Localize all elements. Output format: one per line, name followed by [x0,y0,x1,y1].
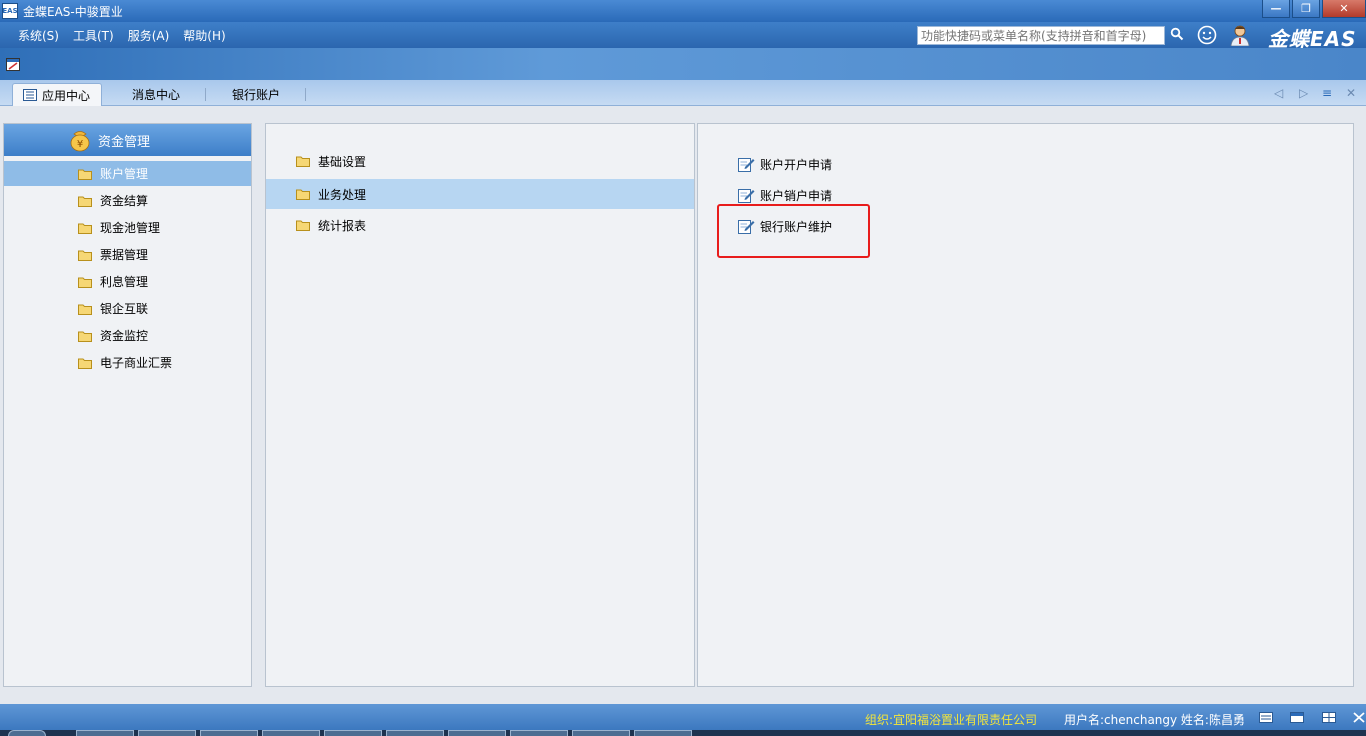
category-panel: 基础设置 业务处理 统计报表 [265,123,695,687]
tab-scroll-left-icon[interactable]: ◁ [1274,86,1283,100]
menu-system[interactable]: 系统(S) [18,27,59,44]
tab-bank-account[interactable]: 银行账户 [232,83,280,106]
status-window-icon[interactable] [1290,712,1304,723]
nav-label: 利息管理 [100,275,149,289]
taskbar-item[interactable] [448,730,506,736]
status-tools-icon[interactable] [1352,712,1366,723]
folder-icon [78,196,92,207]
tab-list-icon[interactable]: ≡ [1322,86,1332,100]
taskbar-item[interactable] [510,730,568,736]
taskbar-item[interactable] [324,730,382,736]
main-area: ¥ 资金管理 账户管理 资金结算 现金池管理 票据管理 利息管理 银企互联 资金… [0,106,1366,704]
category-label: 基础设置 [318,154,367,169]
left-nav-item-bills[interactable]: 票据管理 [4,242,251,267]
module-title: 资金管理 [98,134,151,150]
money-bag-icon: ¥ [70,131,90,152]
taskbar-item[interactable] [634,730,692,736]
restore-button[interactable]: ❐ [1292,0,1320,18]
svg-text:¥: ¥ [77,139,83,150]
taskbar-item[interactable] [76,730,134,736]
folder-icon [296,189,310,200]
edit-document-icon [738,189,755,203]
left-nav-item-account-mgmt[interactable]: 账户管理 [4,161,251,186]
left-nav-item-interest[interactable]: 利息管理 [4,269,251,294]
taskbar-item[interactable] [572,730,630,736]
taskbar-item[interactable] [386,730,444,736]
function-panel: 账户开户申请 账户销户申请 银行账户维护 [697,123,1354,687]
edit-document-icon [738,158,755,172]
menu-tools[interactable]: 工具(T) [73,27,114,44]
folder-icon [78,277,92,288]
nav-label: 资金结算 [100,194,149,208]
quick-search-input[interactable] [917,26,1165,45]
folder-icon [78,223,92,234]
category-basic-settings[interactable]: 基础设置 [266,146,694,176]
minimize-button[interactable]: — [1262,0,1290,18]
left-nav-item-e-bills[interactable]: 电子商业汇票 [4,350,251,375]
tab-separator [305,88,306,101]
status-user: 用户名:chenchangy 姓名:陈昌勇 [1064,713,1245,727]
tab-close-icon[interactable]: ✕ [1346,86,1356,100]
function-account-closing[interactable]: 账户销户申请 [738,185,832,205]
status-list-icon[interactable] [1259,712,1273,723]
nav-label: 票据管理 [100,248,149,262]
taskbar-item[interactable] [262,730,320,736]
tab-message-center[interactable]: 消息中心 [132,83,180,106]
tab-separator [205,88,206,101]
category-business-processing[interactable]: 业务处理 [266,179,694,209]
title-bar: EAS 金蝶EAS-中骏置业 — ❐ ✕ [0,0,1366,22]
folder-icon [78,358,92,369]
taskbar-item[interactable] [138,730,196,736]
nav-label: 资金监控 [100,329,149,343]
category-label: 业务处理 [318,187,367,202]
folder-icon [296,220,310,231]
left-nav-item-cash-pool[interactable]: 现金池管理 [4,215,251,240]
nav-label: 银企互联 [100,302,149,316]
category-label: 统计报表 [318,218,367,233]
os-taskbar [0,730,1366,736]
window-title: 金蝶EAS-中骏置业 [23,4,123,19]
left-nav-item-settlement[interactable]: 资金结算 [4,188,251,213]
folder-icon [78,250,92,261]
close-button[interactable]: ✕ [1322,0,1366,18]
module-nav-panel: ¥ 资金管理 账户管理 资金结算 现金池管理 票据管理 利息管理 银企互联 资金… [3,123,252,687]
toolbar [0,48,1366,80]
taskbar-item[interactable] [200,730,258,736]
function-account-opening[interactable]: 账户开户申请 [738,154,832,174]
app-center-icon [23,89,37,101]
tab-label: 银行账户 [232,88,281,102]
status-grid-icon[interactable] [1322,712,1336,723]
module-header[interactable]: ¥ 资金管理 [4,124,251,156]
tab-label: 消息中心 [132,88,181,102]
folder-icon [78,331,92,342]
search-icon[interactable] [1170,27,1184,41]
status-bar: 组织:宜阳福浴置业有限责任公司 用户名:chenchangy 姓名:陈昌勇 [0,704,1366,730]
nav-label: 账户管理 [100,167,149,181]
status-organization: 组织:宜阳福浴置业有限责任公司 [865,713,1038,727]
menu-help[interactable]: 帮助(H) [183,27,225,44]
menu-service[interactable]: 服务(A) [128,27,170,44]
app-icon: EAS [2,3,18,19]
edit-tool-icon[interactable] [6,58,20,71]
nav-label: 现金池管理 [100,221,161,235]
folder-icon [296,156,310,167]
nav-label: 电子商业汇票 [100,356,173,370]
tab-label: 应用中心 [42,88,91,103]
tab-app-center[interactable]: 应用中心 [12,83,102,106]
tab-scroll-right-icon[interactable]: ▷ [1299,86,1308,100]
user-avatar-icon[interactable] [1228,24,1252,46]
menu-bar: 系统(S) 工具(T) 服务(A) 帮助(H) 金蝶EAS [0,22,1366,51]
left-nav-item-monitoring[interactable]: 资金监控 [4,323,251,348]
folder-icon [78,304,92,315]
function-label: 账户销户申请 [760,188,833,203]
category-reports[interactable]: 统计报表 [266,210,694,240]
window-controls: — ❐ ✕ [1260,0,1366,20]
highlight-annotation-box [717,204,870,258]
tab-bar: 应用中心 消息中心 银行账户 ◁ ▷ ≡ ✕ [0,80,1366,106]
function-label: 账户开户申请 [760,157,833,172]
start-button[interactable] [8,730,46,736]
left-nav-item-bank-link[interactable]: 银企互联 [4,296,251,321]
smiley-icon[interactable] [1197,25,1217,45]
folder-icon [78,169,92,180]
